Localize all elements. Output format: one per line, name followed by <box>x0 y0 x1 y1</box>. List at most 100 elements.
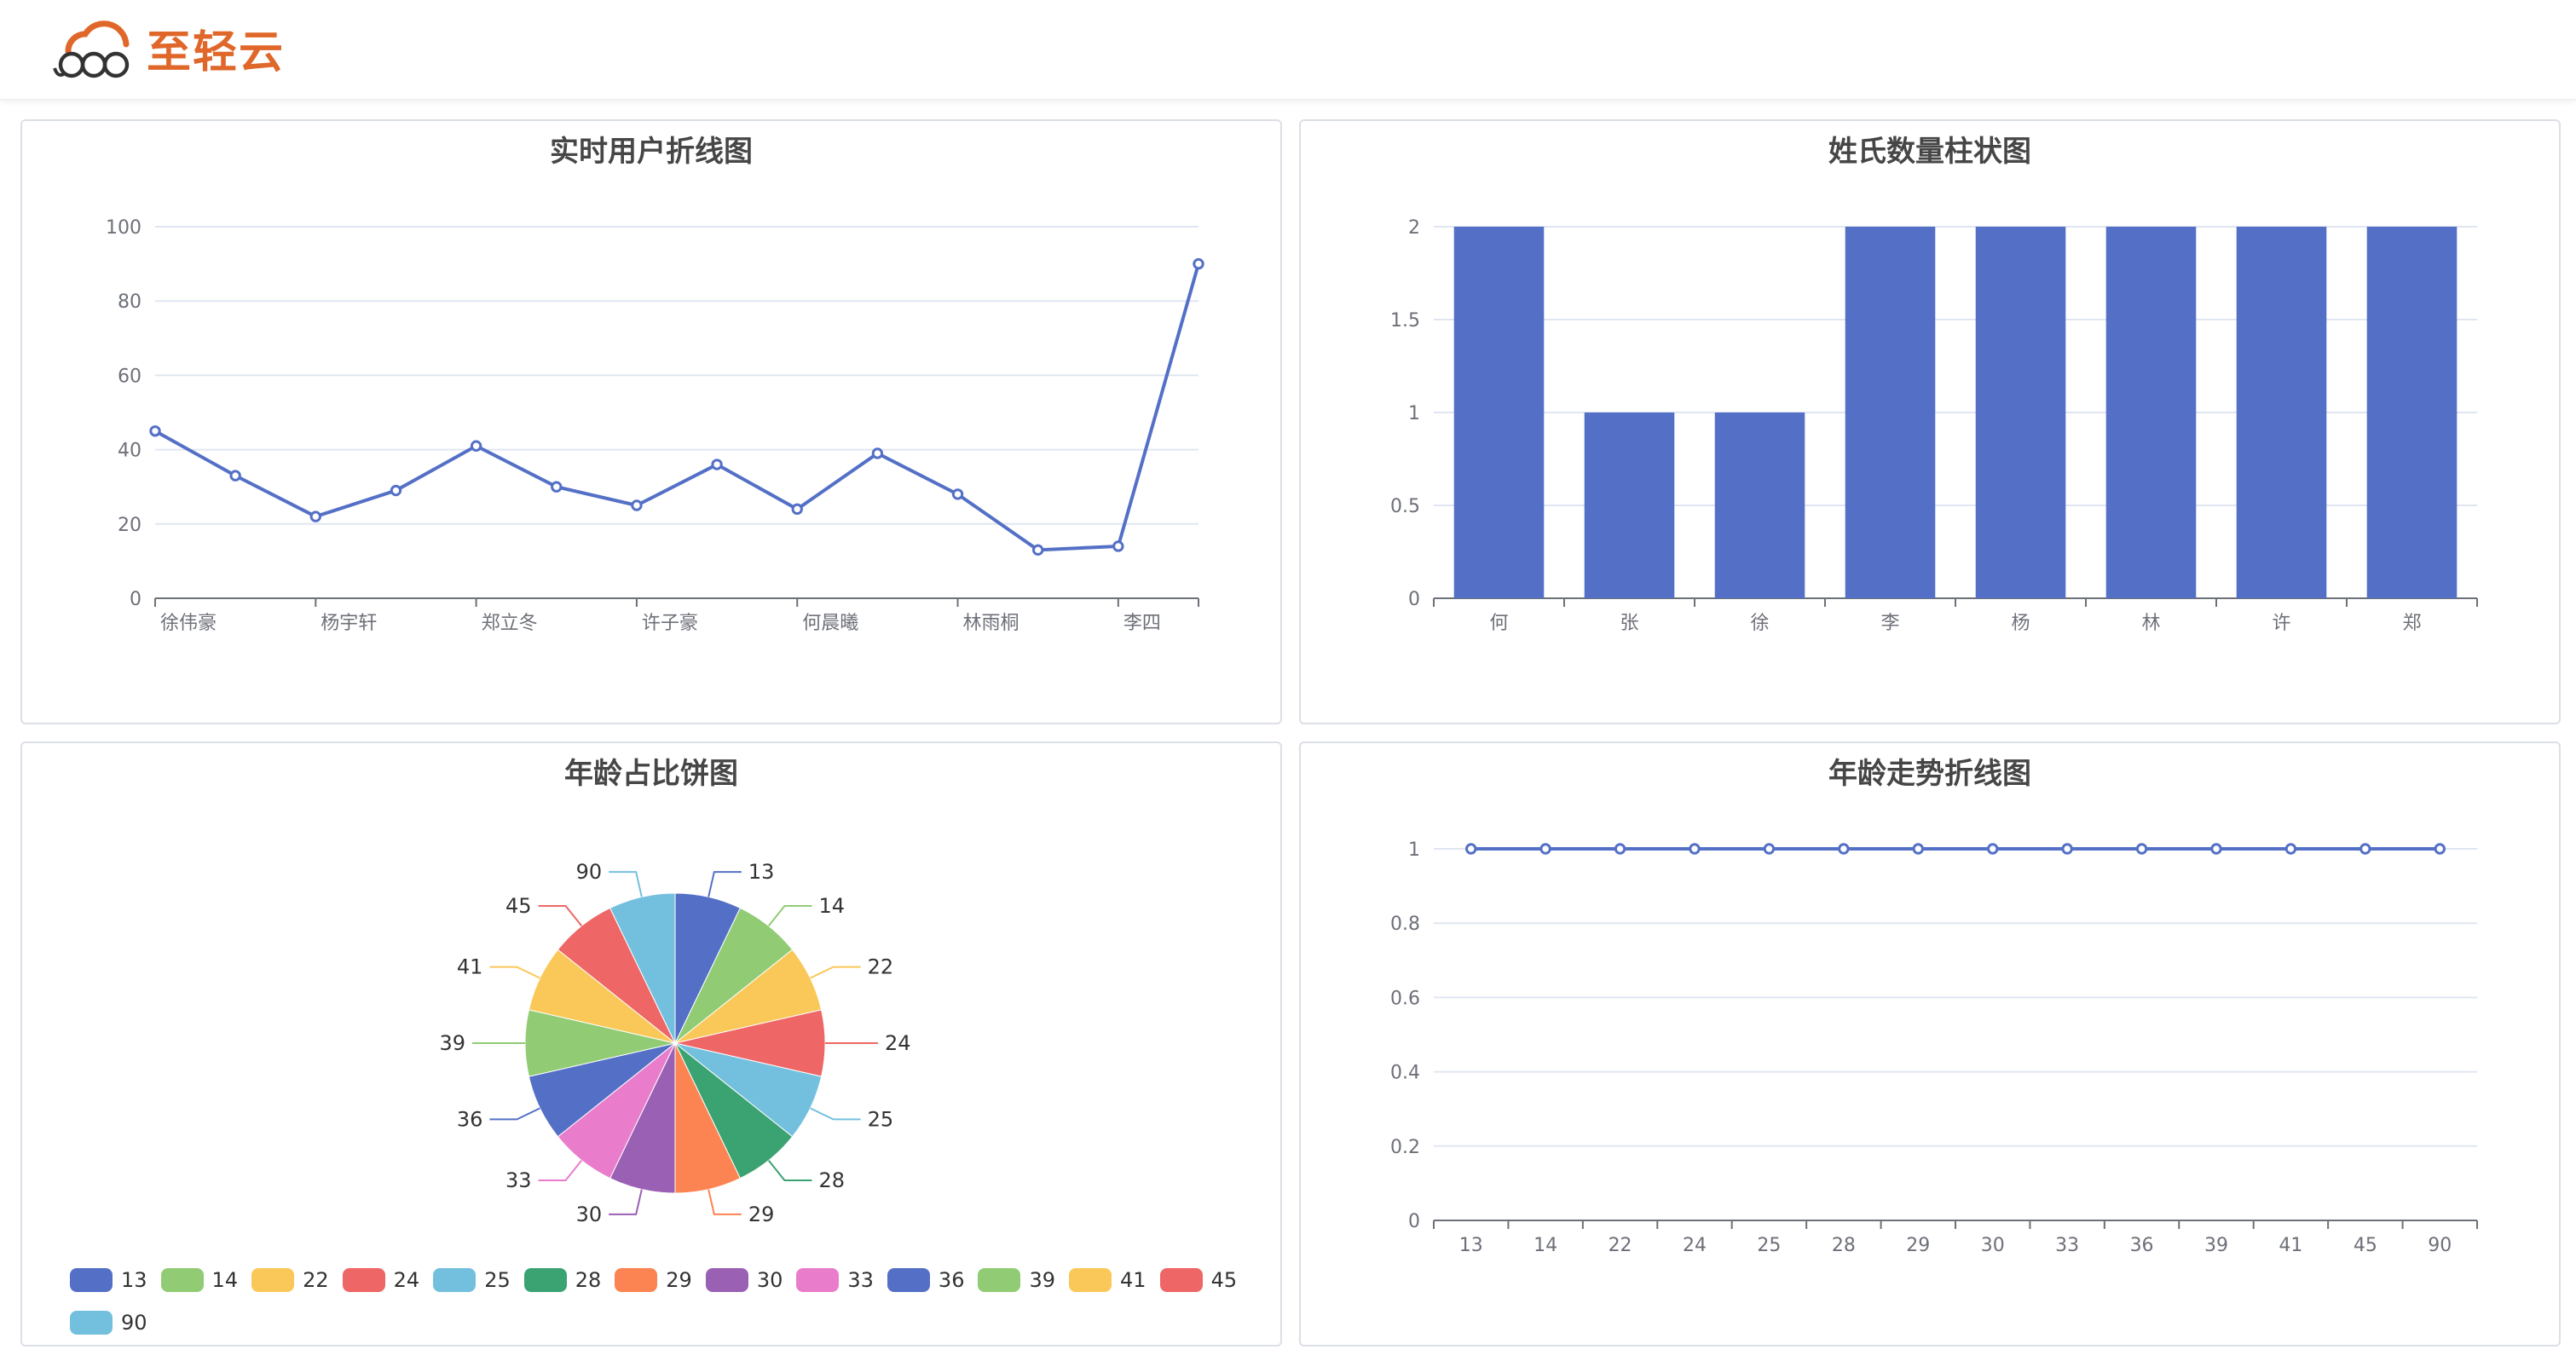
data-point <box>1987 843 1999 855</box>
legend-item[interactable]: 14 <box>160 1265 239 1295</box>
legend-label: 28 <box>575 1268 602 1292</box>
legend-swatch <box>887 1268 930 1292</box>
x-tick-label: 90 <box>2428 1235 2452 1256</box>
legend-label: 29 <box>666 1268 692 1292</box>
legend-swatch <box>523 1268 567 1292</box>
legend-item[interactable]: 22 <box>251 1265 329 1295</box>
data-point <box>470 440 482 452</box>
legend-label: 14 <box>211 1268 239 1292</box>
legend-swatch <box>796 1268 840 1292</box>
legend-swatch <box>342 1268 385 1292</box>
legend-item[interactable]: 90 <box>70 1307 147 1338</box>
x-tick-label: 徐伟豪 <box>160 613 217 634</box>
y-tick-label: 2 <box>1408 217 1420 239</box>
x-tick-label: 杨 <box>2011 613 2030 634</box>
label-line <box>609 871 643 897</box>
legend-item[interactable]: 33 <box>796 1265 874 1295</box>
data-point <box>1763 843 1776 855</box>
data-point <box>711 459 723 470</box>
legend-item[interactable]: 28 <box>523 1265 602 1295</box>
pie-label: 28 <box>818 1168 845 1192</box>
legend-label: 41 <box>1120 1268 1146 1292</box>
data-point <box>229 470 241 482</box>
legend-item[interactable]: 30 <box>705 1265 783 1295</box>
legend-swatch <box>1069 1268 1112 1292</box>
label-line <box>538 1159 583 1182</box>
legend-label: 33 <box>847 1268 874 1292</box>
brand-logo[interactable]: 至轻云 <box>51 14 285 82</box>
x-tick-label: 30 <box>1981 1235 2005 1256</box>
data-point <box>1112 540 1124 552</box>
data-point <box>2061 843 2073 855</box>
label-line <box>810 1107 861 1121</box>
x-tick-label: 36 <box>2130 1235 2154 1256</box>
pie-legend: 13 14 22 24 25 28 29 30 33 36 39 41 45 90 <box>70 1265 1263 1338</box>
x-tick-label: 29 <box>1906 1235 1930 1256</box>
x-tick-label: 徐 <box>1750 613 1769 634</box>
x-tick-label: 郑 <box>2402 613 2421 634</box>
data-point <box>149 425 161 437</box>
legend-swatch <box>70 1268 113 1292</box>
legend-item[interactable]: 36 <box>887 1265 964 1295</box>
x-tick-label: 13 <box>1459 1235 1483 1256</box>
bar <box>1714 412 1805 598</box>
age-trend-line-chart: 0 0.2 0.4 0.6 0.8 1 13 14 22 24 25 28 29 30 33 36 39 41 45… <box>1390 839 2478 1256</box>
pie-label: 90 <box>576 860 603 884</box>
legend-item[interactable]: 41 <box>1069 1265 1146 1295</box>
pie-label: 33 <box>505 1168 532 1192</box>
y-tick-label: 100 <box>106 217 142 239</box>
legend-item[interactable]: 29 <box>615 1265 692 1295</box>
age-trend-panel: 年龄走势折线图 0 0.2 0.4 0.6 0.8 1 13 14 22 24 25 28 29 30 33… <box>1299 741 2561 1347</box>
top-header: 至轻云 <box>0 0 2576 101</box>
y-tick-label: 20 <box>118 515 142 536</box>
pie-label: 24 <box>885 1031 911 1055</box>
label-line <box>538 904 583 927</box>
legend-item[interactable]: 24 <box>342 1265 419 1295</box>
data-point <box>791 503 803 516</box>
y-tick-label: 0.2 <box>1390 1137 1420 1158</box>
label-line <box>708 871 742 897</box>
legend-item[interactable]: 13 <box>70 1265 147 1295</box>
legend-swatch <box>251 1268 295 1292</box>
pie-label: 13 <box>748 860 775 884</box>
legend-label: 45 <box>1210 1268 1238 1292</box>
x-tick-label: 林雨桐 <box>963 613 1019 634</box>
legend-label: 22 <box>303 1268 329 1292</box>
legend-item[interactable]: 45 <box>1159 1265 1238 1295</box>
data-point <box>1193 257 1204 270</box>
data-point <box>1539 843 1551 855</box>
x-tick-label: 何晨曦 <box>802 613 858 634</box>
data-point <box>309 510 322 522</box>
pie-label: 29 <box>748 1203 775 1226</box>
label-line <box>767 1159 812 1182</box>
x-tick-label: 14 <box>1533 1235 1557 1256</box>
pie-label: 41 <box>457 955 483 979</box>
data-point <box>2434 843 2446 855</box>
x-tick-label: 28 <box>1832 1235 1856 1256</box>
realtime-users-panel: 实时用户折线图 0 20 40 60 80 100 徐伟豪 杨宇轩 郑立冬 许子豪 何晨曦 林雨桐 李四 <box>20 119 1282 724</box>
brand-name: 至轻云 <box>147 26 286 78</box>
y-tick-label: 1 <box>1408 403 1420 424</box>
label-line <box>810 966 861 979</box>
x-tick-label: 郑立冬 <box>482 613 538 634</box>
pie-label: 25 <box>868 1107 894 1131</box>
data-point <box>1465 843 1477 855</box>
x-tick-label: 林 <box>2141 613 2160 634</box>
y-tick-label: 0.6 <box>1390 988 1420 1009</box>
surname-count-bar-chart: 0 0.5 1 1.5 2 何 张 徐 李 杨 林 许 郑 <box>1390 217 2478 634</box>
legend-item[interactable]: 25 <box>433 1265 511 1295</box>
x-tick-label: 杨宇轩 <box>321 613 377 634</box>
legend-swatch <box>615 1268 658 1292</box>
legend-label: 13 <box>121 1268 147 1292</box>
data-point <box>2284 843 2297 855</box>
label-line <box>767 904 812 927</box>
y-tick-label: 1.5 <box>1390 310 1420 332</box>
x-tick-label: 33 <box>2055 1235 2079 1256</box>
legend-label: 39 <box>1029 1268 1056 1292</box>
legend-item[interactable]: 39 <box>978 1265 1055 1295</box>
bar <box>1975 227 2066 598</box>
data-point <box>1912 843 1924 855</box>
data-point <box>551 481 563 493</box>
data-point <box>871 447 884 459</box>
legend-swatch <box>160 1268 204 1292</box>
